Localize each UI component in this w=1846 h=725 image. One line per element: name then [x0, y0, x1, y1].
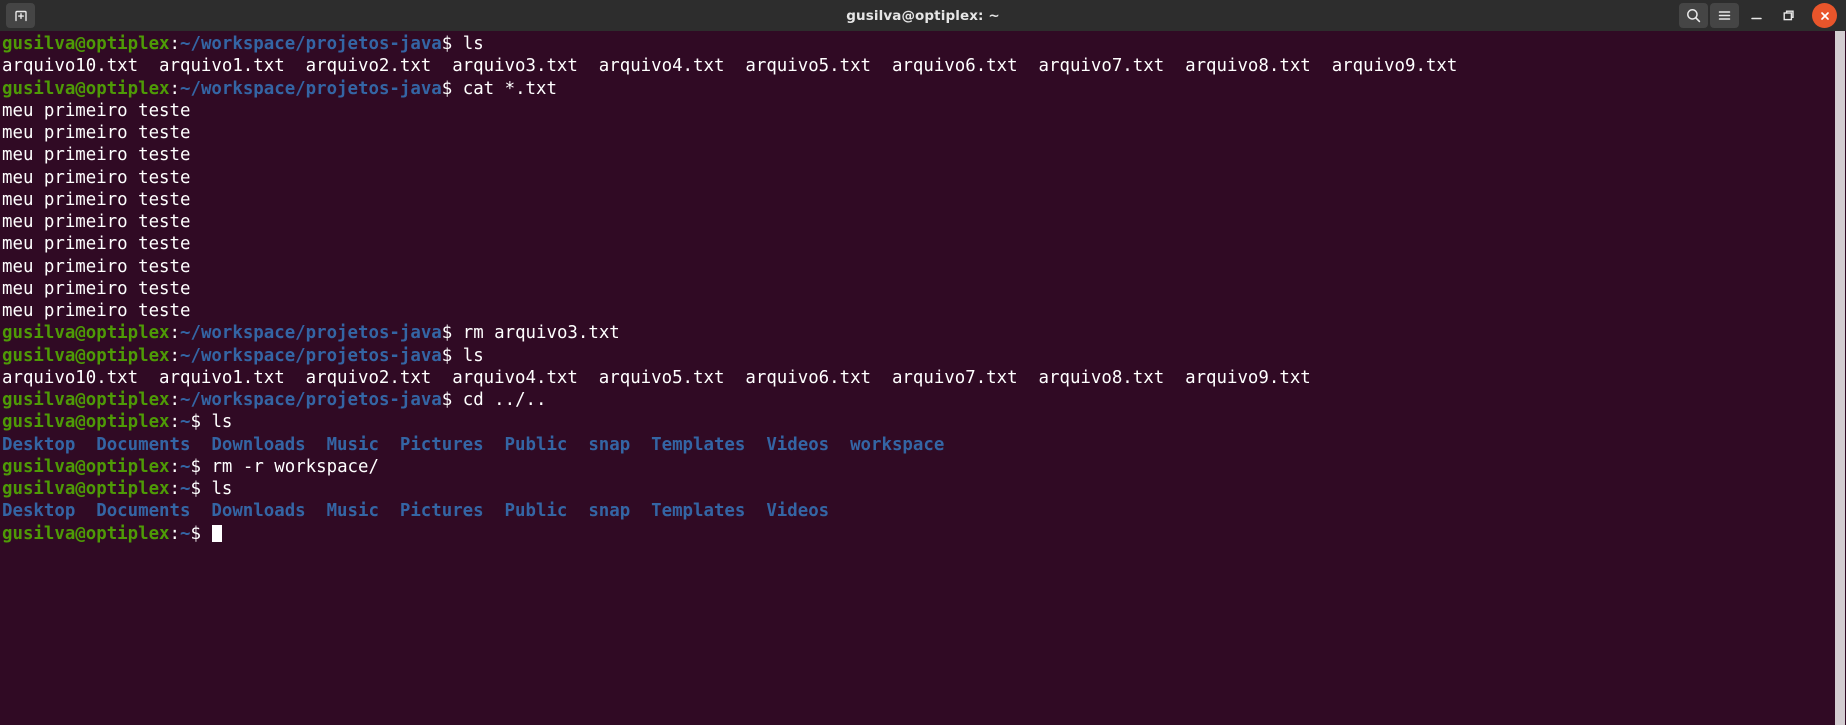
- prompt-colon: :: [169, 523, 181, 544]
- file-listing-after: arquivo10.txt arquivo1.txt arquivo2.txt …: [2, 367, 1846, 389]
- cat-output-line: meu primeiro teste: [2, 211, 1846, 233]
- titlebar-left-controls: [6, 3, 35, 28]
- new-tab-button[interactable]: [6, 3, 35, 28]
- prompt-path: ~/workspace/projetos-java: [180, 390, 442, 410]
- terminal-prompt-line-ls-4: gusilva@optiplex:~$ ls: [2, 478, 1846, 500]
- cat-output-line-text: meu primeiro teste: [2, 234, 191, 255]
- prompt-user-host: gusilva@optiplex: [2, 78, 170, 99]
- titlebar-right-controls: [1679, 3, 1840, 28]
- prompt-path: ~: [180, 412, 191, 433]
- terminal-prompt-line-ls-2: gusilva@optiplex:~/workspace/projetos-ja…: [2, 345, 1846, 367]
- minimize-icon: [1750, 17, 1762, 20]
- file-listing-before-text: arquivo10.txt arquivo1.txt arquivo2.txt …: [2, 56, 1458, 77]
- prompt-path: ~: [180, 523, 191, 544]
- scrollbar-thumb[interactable]: [1835, 31, 1845, 725]
- window-title: gusilva@optiplex: ~: [846, 7, 1000, 24]
- close-button[interactable]: [1812, 3, 1837, 28]
- cat-output-line-text: meu primeiro teste: [2, 167, 191, 188]
- prompt-colon: :: [169, 479, 181, 499]
- prompt-colon: :: [169, 412, 181, 433]
- prompt-colon: :: [169, 323, 181, 344]
- new-tab-icon: [14, 10, 27, 21]
- dir-listing-with-workspace: Desktop Documents Downloads Music Pictur…: [2, 434, 1846, 456]
- prompt-user-host: gusilva@optiplex: [2, 523, 170, 544]
- prompt-path: ~: [180, 479, 191, 499]
- search-button[interactable]: [1679, 3, 1708, 28]
- terminal-window: gusilva@optiplex: ~ gusilva@optiplex:~/w…: [0, 0, 1846, 725]
- prompt-command: $ rm -r workspace/: [190, 456, 379, 477]
- maximize-button[interactable]: [1773, 3, 1803, 28]
- prompt-colon: :: [169, 78, 181, 99]
- prompt-path: ~/workspace/projetos-java: [180, 34, 442, 54]
- prompt-path: ~/workspace/projetos-java: [180, 345, 442, 366]
- terminal-active-prompt-line[interactable]: gusilva@optiplex:~$: [2, 523, 1846, 545]
- prompt-path: ~/workspace/projetos-java: [180, 323, 442, 344]
- cat-output-line: meu primeiro teste: [2, 144, 1846, 166]
- cat-output-line: meu primeiro teste: [2, 300, 1846, 322]
- terminal-output[interactable]: gusilva@optiplex:~/workspace/projetos-ja…: [0, 31, 1846, 545]
- terminal-body[interactable]: gusilva@optiplex:~/workspace/projetos-ja…: [0, 31, 1846, 725]
- terminal-prompt-line-rm-file: gusilva@optiplex:~/workspace/projetos-ja…: [2, 322, 1846, 344]
- cat-output-line-text: meu primeiro teste: [2, 301, 191, 321]
- cat-output-line: meu primeiro teste: [2, 189, 1846, 211]
- prompt-user-host: gusilva@optiplex: [2, 456, 170, 477]
- cat-output-line: meu primeiro teste: [2, 233, 1846, 255]
- dir-listing-with-workspace-text: Desktop Documents Downloads Music Pictur…: [2, 434, 945, 455]
- prompt-dollar: $: [190, 523, 212, 544]
- close-icon: [1820, 11, 1829, 20]
- cat-output-line: meu primeiro teste: [2, 278, 1846, 300]
- prompt-path: ~/workspace/projetos-java: [180, 78, 442, 99]
- prompt-command: $ ls: [441, 34, 484, 54]
- file-listing-after-text: arquivo10.txt arquivo1.txt arquivo2.txt …: [2, 367, 1311, 388]
- prompt-command: $ ls: [441, 345, 484, 366]
- prompt-colon: :: [169, 456, 181, 477]
- prompt-command: $ cd ../..: [441, 390, 547, 410]
- cat-output-line-text: meu primeiro teste: [2, 189, 191, 210]
- prompt-user-host: gusilva@optiplex: [2, 323, 170, 344]
- cat-output-line-text: meu primeiro teste: [2, 256, 191, 277]
- dir-listing-after: Desktop Documents Downloads Music Pictur…: [2, 500, 1846, 522]
- cat-output-line: meu primeiro teste: [2, 256, 1846, 278]
- cat-output-line-text: meu primeiro teste: [2, 100, 191, 121]
- prompt-command: $ ls: [190, 479, 233, 499]
- terminal-prompt-line-ls-3: gusilva@optiplex:~$ ls: [2, 411, 1846, 433]
- prompt-command: $ rm arquivo3.txt: [441, 323, 620, 344]
- terminal-prompt-line-ls-1: gusilva@optiplex:~/workspace/projetos-ja…: [2, 33, 1846, 55]
- maximize-icon: [1782, 10, 1794, 21]
- prompt-path: ~: [180, 456, 191, 477]
- prompt-user-host: gusilva@optiplex: [2, 412, 170, 433]
- hamburger-menu-icon: [1718, 11, 1731, 20]
- minimize-button[interactable]: [1741, 3, 1771, 28]
- cat-output-line-text: meu primeiro teste: [2, 278, 191, 299]
- cat-output-line-text: meu primeiro teste: [2, 145, 191, 166]
- prompt-colon: :: [169, 34, 181, 54]
- titlebar: gusilva@optiplex: ~: [0, 0, 1846, 31]
- menu-button[interactable]: [1710, 3, 1739, 28]
- terminal-prompt-line-rm-dir: gusilva@optiplex:~$ rm -r workspace/: [2, 456, 1846, 478]
- search-icon: [1687, 9, 1701, 23]
- terminal-scrollbar[interactable]: [1832, 31, 1846, 725]
- prompt-user-host: gusilva@optiplex: [2, 34, 170, 54]
- prompt-command: $ ls: [190, 412, 233, 433]
- terminal-cursor: [212, 524, 223, 542]
- terminal-prompt-line-cd-up: gusilva@optiplex:~/workspace/projetos-ja…: [2, 389, 1846, 411]
- cat-output-line-text: meu primeiro teste: [2, 212, 191, 232]
- terminal-prompt-line-cat: gusilva@optiplex:~/workspace/projetos-ja…: [2, 78, 1846, 100]
- prompt-command: $ cat *.txt: [441, 78, 557, 99]
- prompt-colon: :: [169, 345, 181, 366]
- cat-output-line-text: meu primeiro teste: [2, 123, 191, 143]
- dir-listing-after-text: Desktop Documents Downloads Music Pictur…: [2, 501, 830, 522]
- prompt-user-host: gusilva@optiplex: [2, 479, 170, 499]
- prompt-user-host: gusilva@optiplex: [2, 390, 170, 410]
- file-listing-before: arquivo10.txt arquivo1.txt arquivo2.txt …: [2, 55, 1846, 77]
- cat-output-line: meu primeiro teste: [2, 122, 1846, 144]
- prompt-colon: :: [169, 390, 181, 410]
- cat-output-line: meu primeiro teste: [2, 100, 1846, 122]
- prompt-user-host: gusilva@optiplex: [2, 345, 170, 366]
- cat-output-line: meu primeiro teste: [2, 167, 1846, 189]
